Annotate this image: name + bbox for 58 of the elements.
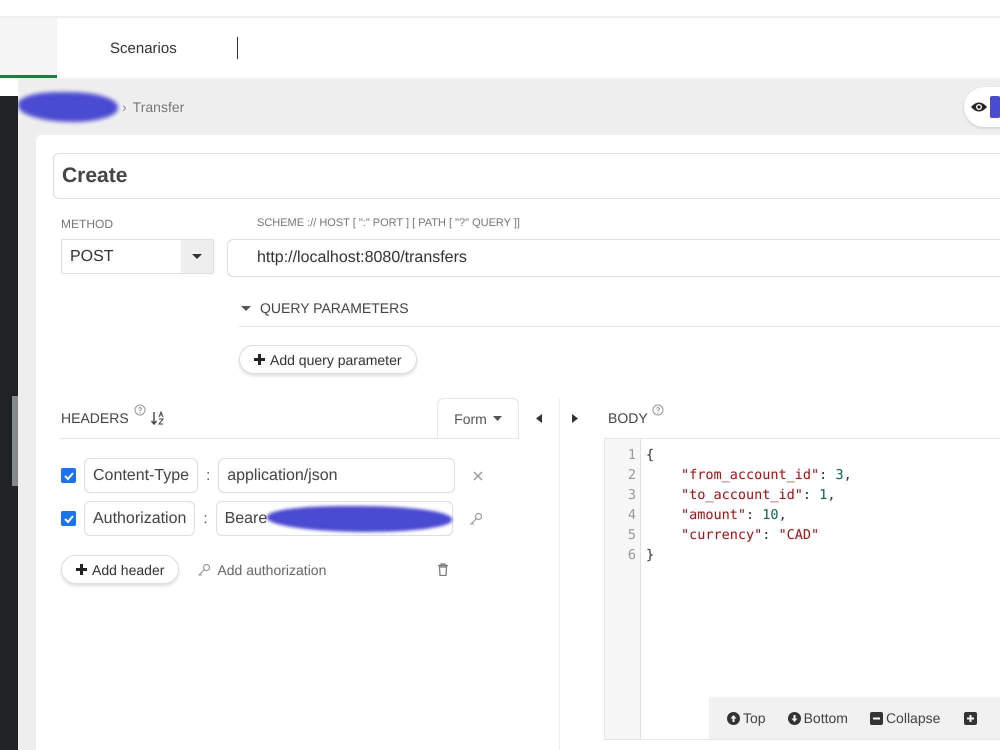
header-value-field[interactable]: application/json [218,458,456,493]
code-line: "amount": 10, [680,506,788,525]
line-number: 5 [628,526,636,545]
sort-icon[interactable] [150,410,165,426]
add-header-button[interactable]: Add header [61,555,180,584]
editor-up-button[interactable]: Top [727,710,766,726]
code-line: "from_account_id": 3, [680,466,852,485]
checkbox[interactable] [61,511,76,526]
arrow-down-icon [788,712,801,724]
header-name-field[interactable]: Content-Type [84,458,198,493]
method-label: METHOD [61,217,114,233]
url-field[interactable]: http://localhost:8080/transfers [227,239,1000,277]
key-icon[interactable] [468,512,483,526]
help-icon [134,404,146,416]
editor-down-button[interactable]: Bottom [788,710,848,726]
breadcrumb-separator: › [122,98,127,114]
arrow-up-icon [727,712,740,724]
checkbox[interactable] [61,468,76,483]
collapse-left-icon[interactable] [536,414,542,423]
method-select[interactable]: POST [61,239,214,274]
line-number: 4 [628,506,636,525]
plus-icon [76,564,87,575]
editor-collapse-button[interactable]: Collapse [870,710,940,726]
form-dropdown[interactable]: Form [437,398,519,438]
help-icon [652,404,664,416]
expand-right-icon[interactable] [572,414,578,422]
eye-icon [970,100,988,114]
breadcrumb-current: Transfer [132,98,184,114]
line-number: 6 [628,546,636,565]
add-query-parameter-button[interactable]: Add query parameter [239,345,417,374]
caret-icon [192,254,202,260]
url-label: SCHEME :// HOST [ ":" PORT ] [ PATH [ "?" QUERY ]] [256,217,521,231]
line-number: 2 [628,466,636,485]
request-name-field[interactable]: Create [53,153,1000,199]
plus-icon [254,354,265,365]
key-icon [197,562,212,576]
close-icon[interactable] [473,470,484,480]
header-name-field[interactable]: Authorization [84,501,196,536]
minus-icon [870,712,883,724]
redaction-mark [990,96,1000,118]
header-value-field[interactable]: Beare [216,501,453,536]
colon: : [203,510,208,527]
caret-icon [492,416,502,421]
line-number: 3 [628,486,636,505]
headers-label: HEADERS [61,410,129,426]
code-editor[interactable]: 1 2 3 4 5 6 { "from_account_id": 3, "to_account_id": 1, "amount": 10, "currency": "CAD" } Top Bottom Collapse [604,438,1000,740]
trash-icon[interactable] [437,563,449,576]
add-authorization-link[interactable]: Add authorization [197,562,326,578]
plus-icon[interactable] [964,712,978,724]
line-number: 1 [628,446,636,465]
code-line: { [646,446,656,465]
code-line: "to_account_id": 1, [680,486,836,505]
query-parameters-toggle[interactable]: QUERY PARAMETERS [239,289,1000,327]
preview-button[interactable] [964,86,1000,126]
body-label: BODY [608,410,648,426]
code-line: } [646,546,656,565]
colon: : [206,467,210,484]
code-line: "currency": "CAD" [680,526,820,545]
